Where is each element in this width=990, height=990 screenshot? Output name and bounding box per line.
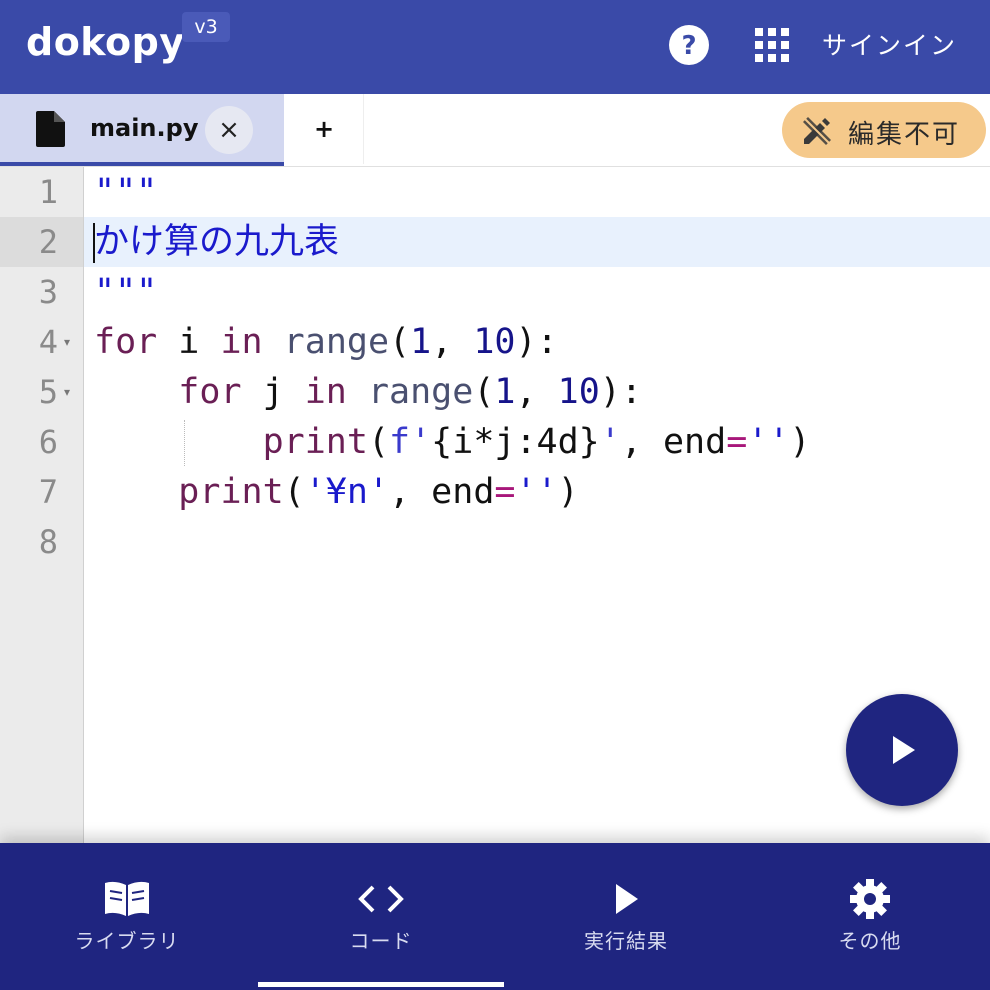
play-icon [600, 879, 652, 919]
app-logo[interactable]: dokopy [26, 20, 185, 64]
line-number: 4 [38, 323, 58, 361]
paren: ( [283, 472, 305, 512]
number: 1 [410, 322, 432, 362]
builtin: print [178, 472, 284, 512]
code-line[interactable]: """ [94, 167, 157, 217]
code-editor[interactable]: 1 2 3 4 ▾ 5 ▾ 6 7 8 """ かけ算の九九表 """ for … [0, 167, 990, 843]
code-line[interactable]: """ [94, 267, 157, 317]
close-tab-button[interactable]: × [205, 106, 253, 154]
string: '¥n' [304, 472, 390, 512]
code-line[interactable]: print(f'{i*j:4d}', end='') [94, 417, 811, 467]
add-tab-button[interactable]: + [285, 94, 364, 164]
keyword: for [94, 322, 158, 362]
nav-label: その他 [838, 929, 902, 953]
nav-active-indicator [258, 982, 504, 987]
code-line[interactable]: for j in range(1, 10): [94, 367, 642, 417]
docstring-text: かけ算の九九表 [94, 222, 340, 262]
builtin: print [262, 422, 368, 462]
app-header: dokopy v3 ? サインイン [0, 0, 990, 94]
keyword: for [178, 372, 242, 412]
line-number: 1 [38, 173, 58, 211]
operator: = [726, 422, 748, 462]
readonly-label: 編集不可 [848, 120, 961, 150]
builtin: range [367, 372, 474, 412]
paren: ( [367, 422, 390, 462]
variable: i [157, 322, 221, 362]
gear-icon [844, 879, 896, 919]
line-number: 3 [38, 273, 58, 311]
svg-text:?: ? [681, 31, 696, 61]
paren: ): [599, 372, 642, 412]
line-number: 5 [38, 373, 58, 411]
version-badge: v3 [182, 12, 230, 42]
fold-marker[interactable]: ▾ [64, 367, 78, 417]
code-line[interactable]: print('¥n', end='') [94, 467, 579, 517]
play-icon [889, 734, 919, 766]
string: '' [515, 472, 558, 512]
nav-label: ライブラリ [74, 929, 180, 953]
keyword: in [304, 372, 347, 412]
operator: = [494, 472, 516, 512]
fstring-expr: {i*j:4d} [431, 422, 600, 462]
line-number: 7 [38, 473, 58, 511]
string: '' [747, 422, 790, 462]
nav-item-code[interactable]: コード [257, 843, 505, 983]
number: 1 [494, 372, 516, 412]
punct: , [431, 322, 474, 362]
paren: ( [473, 372, 495, 412]
variable: j [241, 372, 305, 412]
number: 10 [557, 372, 600, 412]
punct: , end [389, 472, 495, 512]
paren: ( [389, 322, 411, 362]
paren: ) [789, 422, 811, 462]
apps-grid-icon[interactable] [754, 27, 790, 63]
docstring-quote: """ [94, 272, 158, 312]
keyword: in [220, 322, 263, 362]
nav-item-more[interactable]: その他 [746, 843, 990, 983]
edit-off-icon [800, 114, 834, 148]
file-icon [34, 110, 66, 148]
nav-item-library[interactable]: ライブラリ [3, 843, 251, 983]
tab-label: main.py [90, 114, 199, 142]
fstring-start: f' [389, 422, 432, 462]
line-number: 8 [38, 523, 58, 561]
docstring-quote: """ [94, 172, 158, 212]
line-number: 2 [38, 223, 58, 261]
help-circle-icon[interactable]: ? [668, 24, 710, 66]
text-cursor [93, 223, 95, 263]
run-button[interactable] [846, 694, 958, 806]
builtin: range [283, 322, 390, 362]
signin-button[interactable]: サインイン [822, 26, 957, 62]
paren: ) [557, 472, 579, 512]
bottom-navigation: ライブラリ コード 実行結果 その他 [0, 843, 990, 990]
line-number: 6 [38, 423, 58, 461]
fstring-end: ' [599, 422, 621, 462]
code-line[interactable]: かけ算の九九表 [94, 217, 339, 267]
nav-label: 実行結果 [584, 929, 668, 953]
nav-label: コード [349, 929, 413, 953]
nav-item-output[interactable]: 実行結果 [502, 843, 750, 983]
punct: , [515, 372, 558, 412]
code-icon [355, 879, 407, 919]
number: 10 [473, 322, 516, 362]
punct: , end [620, 422, 727, 462]
readonly-badge[interactable]: 編集不可 [782, 102, 986, 158]
paren: ): [515, 322, 558, 362]
code-line[interactable]: for i in range(1, 10): [94, 317, 558, 367]
tab-main-py[interactable]: main.py × [0, 94, 284, 166]
book-open-icon [101, 879, 153, 919]
file-tab-bar: main.py × + 編集不可 [0, 94, 990, 167]
fold-marker[interactable]: ▾ [64, 317, 78, 367]
